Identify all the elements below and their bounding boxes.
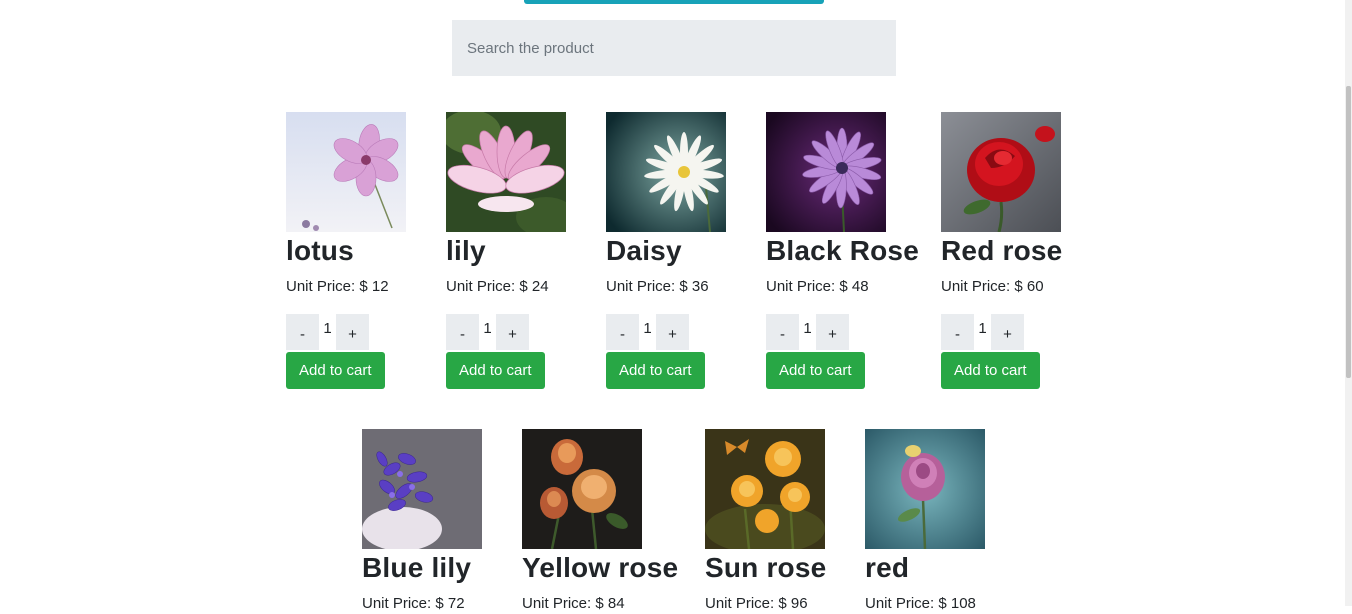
top-accent-bar — [524, 0, 824, 4]
quantity-value: 1 — [978, 320, 987, 337]
add-to-cart-button[interactable]: Add to cart — [766, 352, 865, 389]
product-card-blue-lily: Blue lily Unit Price: $ 72 — [362, 429, 482, 614]
quantity-stepper: - 1 + — [941, 314, 1062, 350]
quantity-stepper: - 1 + — [766, 314, 919, 350]
increment-button[interactable]: + — [496, 314, 529, 350]
quantity-value: 1 — [323, 320, 332, 337]
decrement-button[interactable]: - — [446, 314, 479, 350]
product-name: lily — [446, 235, 486, 266]
product-name: Red rose — [941, 235, 1063, 266]
product-card-yellow-rose: Yellow rose Unit Price: $ 84 — [522, 429, 678, 614]
product-image-lily — [446, 112, 566, 232]
quantity-value: 1 — [483, 320, 492, 337]
product-name: red — [865, 552, 910, 583]
product-name: Yellow rose — [522, 552, 679, 583]
product-price: Unit Price: $ 108 — [865, 595, 976, 612]
product-image-red-rose — [941, 112, 1061, 232]
product-card-daisy: Daisy Unit Price: $ 36 - 1 + Add to cart — [606, 112, 726, 389]
product-image-black-rose — [766, 112, 886, 232]
product-price: Unit Price: $ 48 — [766, 278, 869, 295]
product-price: Unit Price: $ 60 — [941, 278, 1044, 295]
product-image-yellow-rose — [522, 429, 642, 549]
product-image-daisy — [606, 112, 726, 232]
product-name: lotus — [286, 235, 354, 266]
add-to-cart-button[interactable]: Add to cart — [941, 352, 1040, 389]
scrollbar-thumb[interactable] — [1346, 86, 1351, 378]
add-to-cart-button[interactable]: Add to cart — [286, 352, 385, 389]
product-card-red-rose: Red rose Unit Price: $ 60 - 1 + Add to c… — [941, 112, 1062, 389]
product-card-black-rose: Black Rose Unit Price: $ 48 - 1 + Add to… — [766, 112, 919, 389]
increment-button[interactable]: + — [336, 314, 369, 350]
quantity-stepper: - 1 + — [606, 314, 726, 350]
product-image-red — [865, 429, 985, 549]
product-name: Black Rose — [766, 235, 919, 266]
increment-button[interactable]: + — [991, 314, 1024, 350]
product-card-red: red Unit Price: $ 108 — [865, 429, 985, 614]
decrement-button[interactable]: - — [766, 314, 799, 350]
product-name: Blue lily — [362, 552, 472, 583]
decrement-button[interactable]: - — [606, 314, 639, 350]
product-image-blue-lily — [362, 429, 482, 549]
page-scrollbar[interactable] — [1345, 0, 1352, 606]
increment-button[interactable]: + — [816, 314, 849, 350]
product-card-lotus: lotus Unit Price: $ 12 - 1 + Add to cart — [286, 112, 406, 389]
product-price: Unit Price: $ 72 — [362, 595, 465, 612]
quantity-stepper: - 1 + — [446, 314, 566, 350]
product-card-sun-rose: Sun rose Unit Price: $ 96 — [705, 429, 826, 614]
quantity-value: 1 — [643, 320, 652, 337]
product-image-lotus — [286, 112, 406, 232]
add-to-cart-button[interactable]: Add to cart — [606, 352, 705, 389]
product-price: Unit Price: $ 84 — [522, 595, 625, 612]
product-name: Daisy — [606, 235, 682, 266]
decrement-button[interactable]: - — [941, 314, 974, 350]
decrement-button[interactable]: - — [286, 314, 319, 350]
product-card-lily: lily Unit Price: $ 24 - 1 + Add to cart — [446, 112, 566, 389]
product-price: Unit Price: $ 12 — [286, 278, 389, 295]
increment-button[interactable]: + — [656, 314, 689, 350]
search-input[interactable] — [452, 20, 896, 76]
product-price: Unit Price: $ 96 — [705, 595, 808, 612]
quantity-value: 1 — [803, 320, 812, 337]
product-name: Sun rose — [705, 552, 827, 583]
quantity-stepper: - 1 + — [286, 314, 406, 350]
add-to-cart-button[interactable]: Add to cart — [446, 352, 545, 389]
product-price: Unit Price: $ 36 — [606, 278, 709, 295]
product-price: Unit Price: $ 24 — [446, 278, 549, 295]
product-image-sun-rose — [705, 429, 825, 549]
